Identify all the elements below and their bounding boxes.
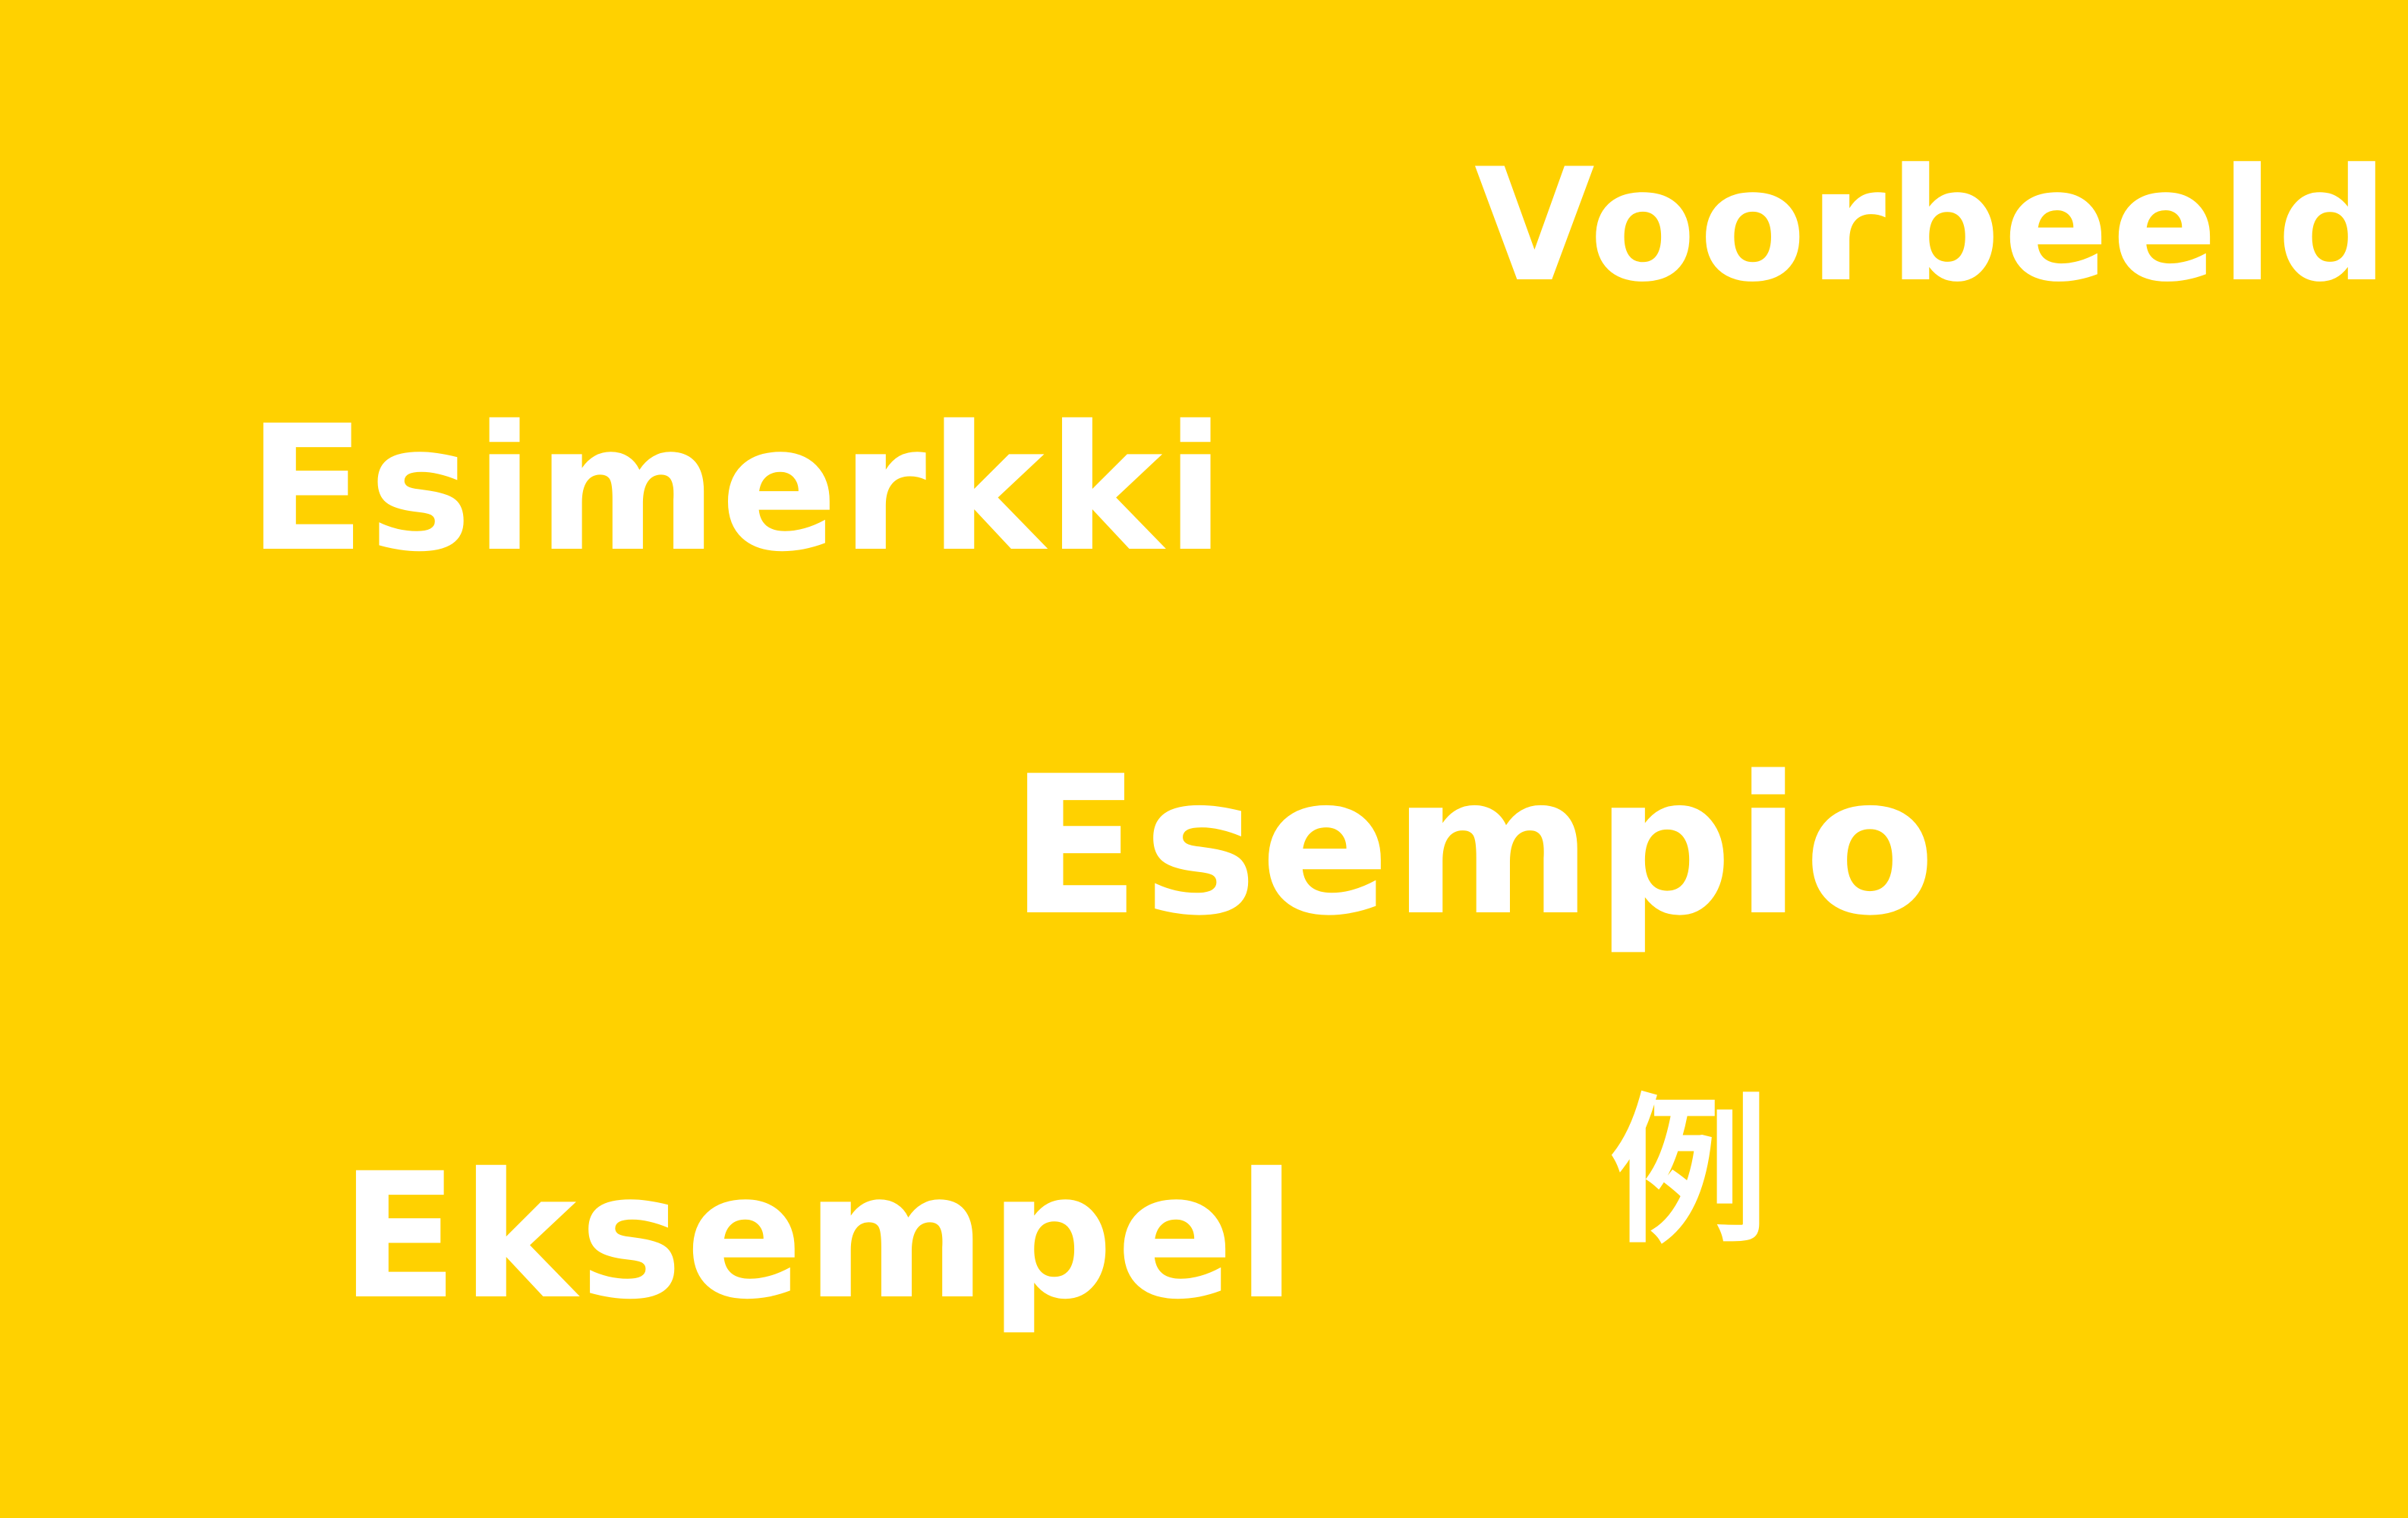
word-eksempel: Eksempel	[340, 1135, 1300, 1337]
word-rei-kanji: 例	[1609, 1079, 1770, 1265]
yellow-canvas: Voorbeeld Esimerkki Esempio Eksempel 例	[0, 0, 2408, 1518]
word-esimerkki: Esimerkki	[247, 388, 1228, 590]
word-voorbeeld: Voorbeeld	[1474, 136, 2392, 317]
word-esempio: Esempio	[1010, 735, 1939, 958]
